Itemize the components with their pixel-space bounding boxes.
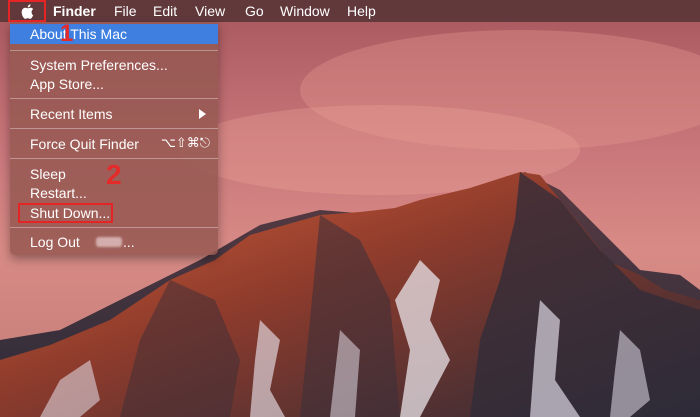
redacted-username (96, 237, 122, 247)
menu-help[interactable]: Help (347, 3, 376, 19)
menu-separator (10, 98, 218, 99)
menu-item-label: Force Quit Finder (30, 136, 139, 152)
menu-separator (10, 128, 218, 129)
triangle-right-icon (199, 109, 206, 119)
menu-item-about-this-mac[interactable]: About This Mac (10, 24, 218, 44)
menu-item-app-store[interactable]: App Store... (10, 74, 218, 94)
annotation-step-2: 2 (106, 159, 122, 190)
menu-item-log-out[interactable]: Log Out ... (10, 232, 218, 252)
annotation-step-1: 1 (60, 20, 74, 47)
menu-item-label: Recent Items (30, 106, 113, 122)
menu-file[interactable]: File (114, 3, 137, 19)
menu-bar: Finder File Edit View Go Window Help (0, 0, 700, 22)
menu-item-label: App Store... (30, 76, 104, 92)
annotation-box-shut-down (18, 203, 113, 223)
menu-item-label: Sleep (30, 166, 66, 182)
menu-item-label: System Preferences... (30, 57, 168, 73)
menu-window[interactable]: Window (280, 3, 330, 19)
log-out-ellipsis: ... (123, 234, 135, 250)
menu-edit[interactable]: Edit (153, 3, 177, 19)
menu-item-label: About This Mac (30, 26, 128, 42)
menu-item-label: Restart... (30, 185, 87, 201)
annotation-box-apple-menu (8, 0, 46, 22)
menu-go[interactable]: Go (245, 3, 264, 19)
menu-finder[interactable]: Finder (53, 3, 96, 19)
menu-item-recent-items[interactable]: Recent Items (10, 104, 218, 124)
menu-separator (10, 50, 218, 51)
menu-view[interactable]: View (195, 3, 225, 19)
menu-item-label: Log Out (30, 234, 80, 250)
keyboard-shortcut: ⌥⇧⌘⎋ (160, 136, 210, 151)
menu-item-force-quit-finder[interactable]: Force Quit Finder ⌥⇧⌘⎋ (10, 134, 218, 154)
menu-separator (10, 227, 218, 228)
menu-item-system-preferences[interactable]: System Preferences... (10, 55, 218, 75)
